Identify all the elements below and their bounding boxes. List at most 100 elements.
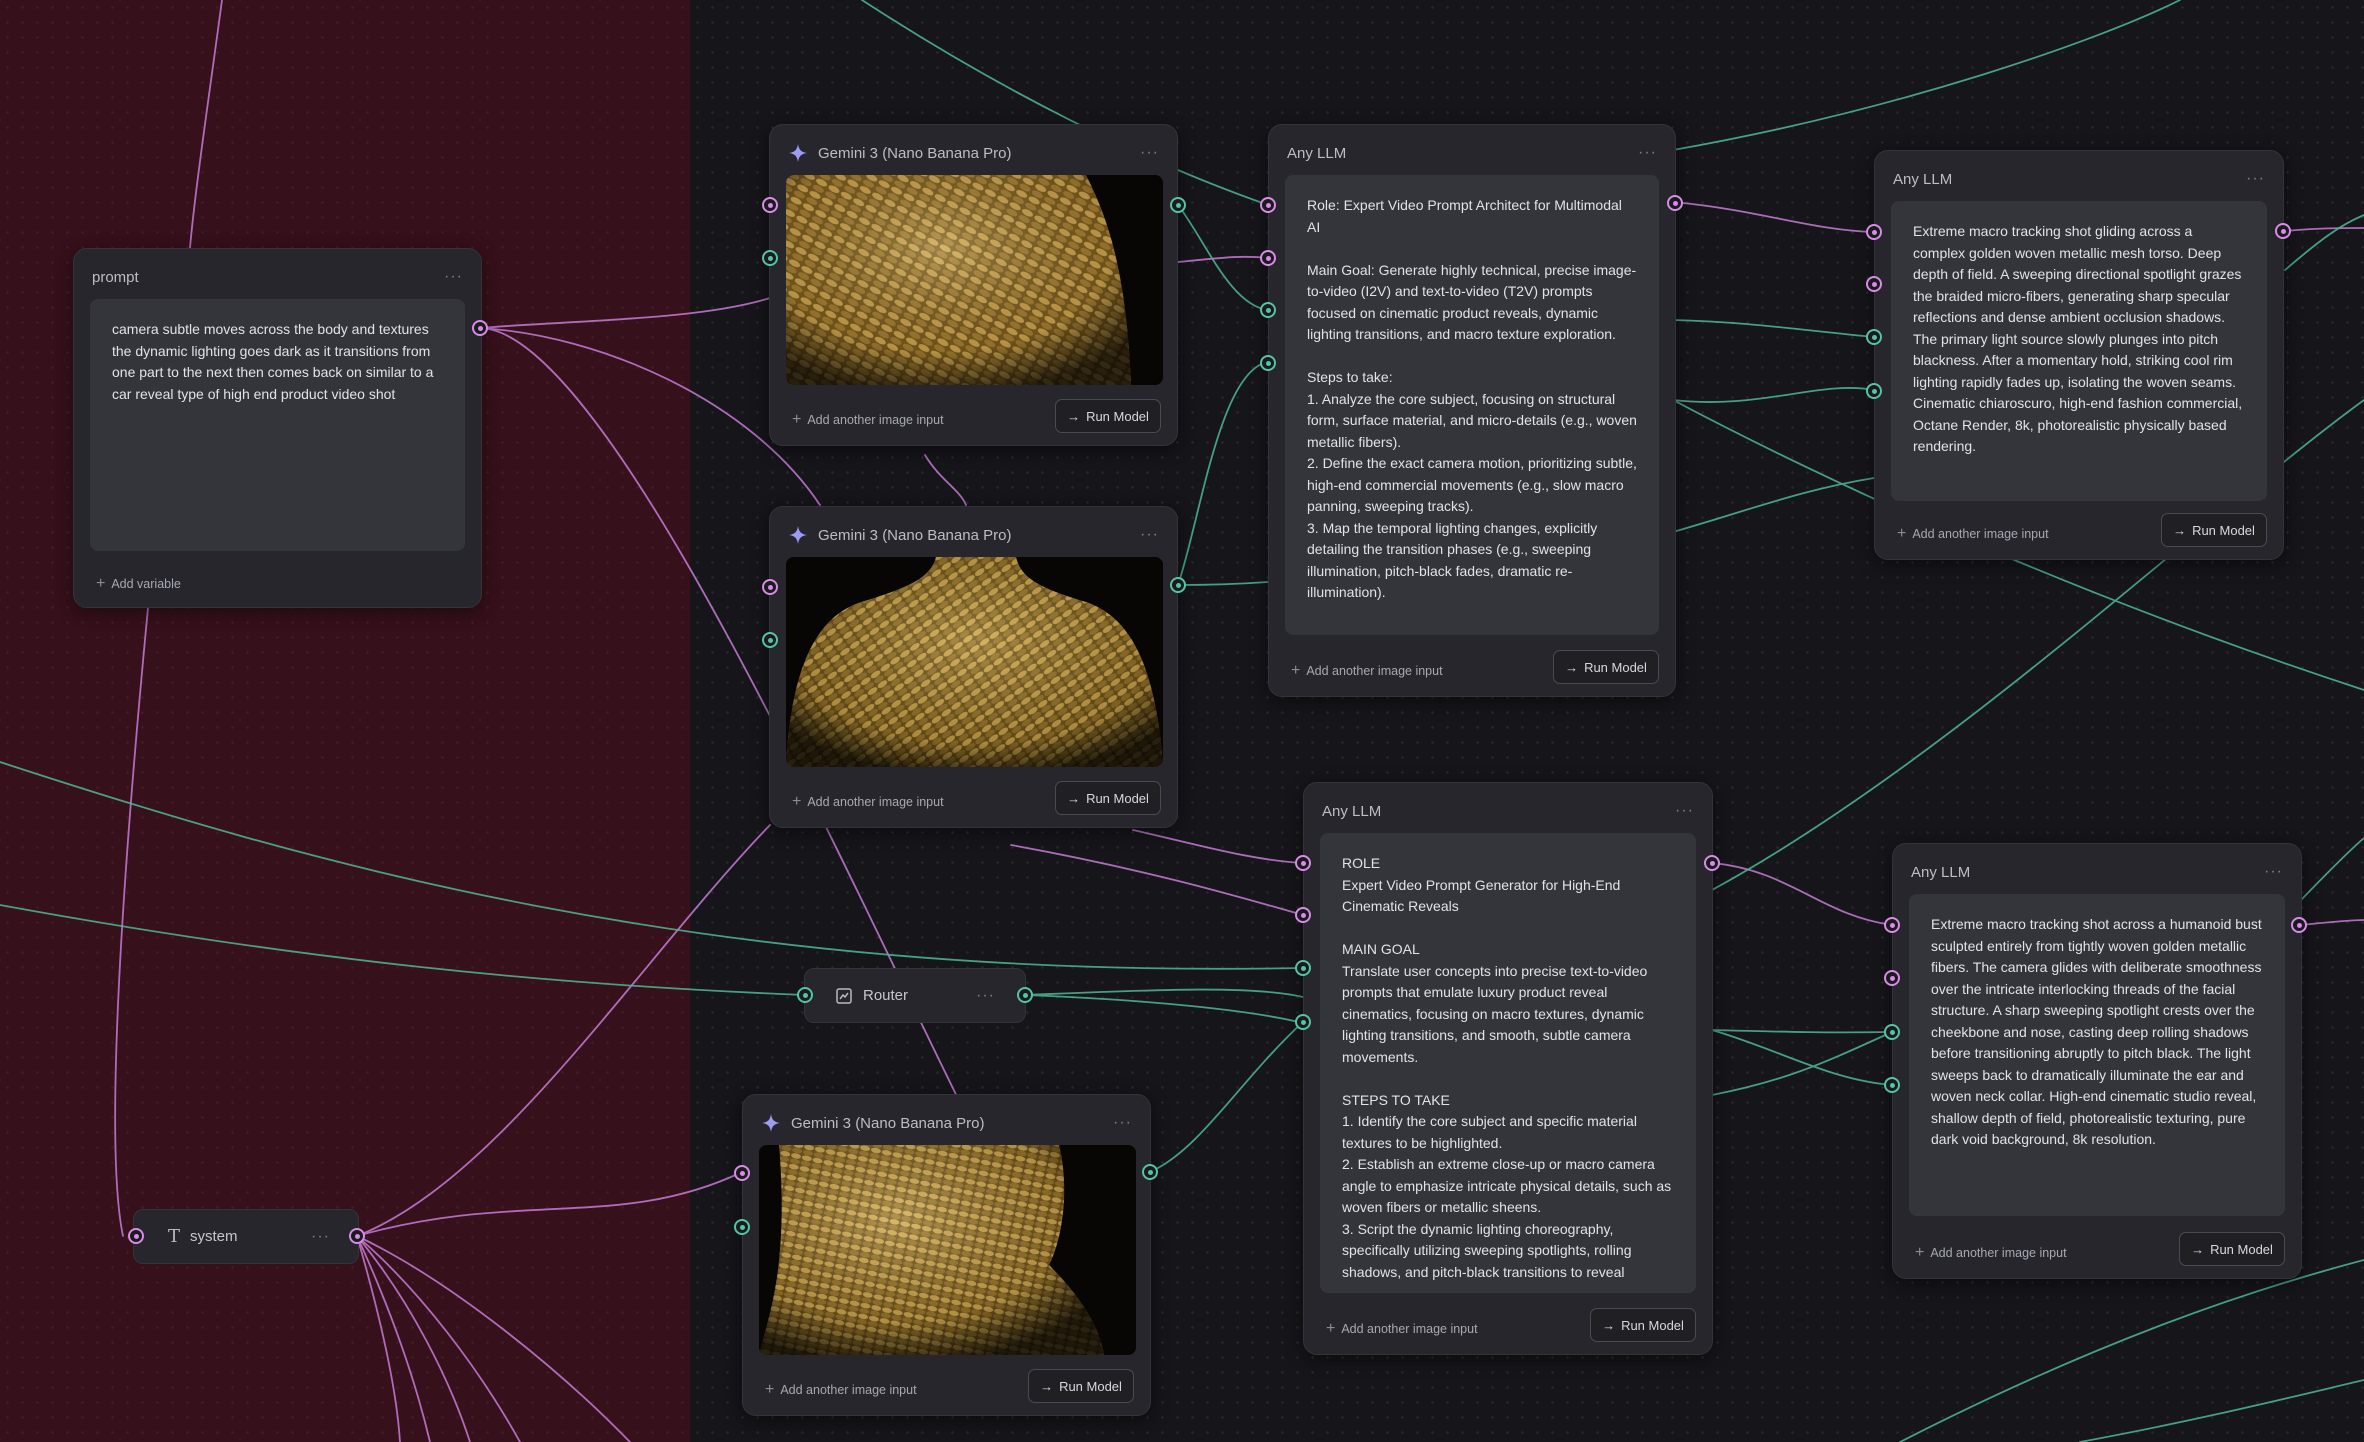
llm-input-port[interactable] bbox=[1295, 1014, 1311, 1030]
llm-input-port[interactable] bbox=[1866, 329, 1882, 345]
llm-input-port[interactable] bbox=[1884, 1024, 1900, 1040]
run-model-button[interactable]: → Run Model bbox=[2179, 1232, 2285, 1266]
prompt-node[interactable]: prompt ··· camera subtle moves across th… bbox=[73, 248, 482, 608]
wire bbox=[1149, 1021, 1304, 1173]
llm-input-port[interactable] bbox=[1260, 250, 1276, 266]
gemini-sparkle-icon bbox=[762, 1114, 780, 1132]
system-node[interactable]: T system ··· bbox=[133, 1209, 359, 1264]
llm-input-port[interactable] bbox=[1884, 917, 1900, 933]
llm-node[interactable]: Any LLM ··· Extreme macro tracking shot … bbox=[1874, 150, 2284, 560]
prompt-output-port[interactable] bbox=[472, 320, 488, 336]
run-model-button[interactable]: → Run Model bbox=[1055, 399, 1161, 433]
llm-input-port[interactable] bbox=[1866, 383, 1882, 399]
generated-image[interactable] bbox=[759, 1145, 1136, 1355]
llm-input-port[interactable] bbox=[1295, 960, 1311, 976]
gemini-input-port[interactable] bbox=[762, 579, 778, 595]
wire bbox=[1024, 988, 1304, 998]
more-options-icon[interactable]: ··· bbox=[1140, 526, 1159, 544]
llm-input-port[interactable] bbox=[1295, 907, 1311, 923]
add-image-input-button[interactable]: + Add another image input bbox=[765, 1381, 917, 1398]
llm-input-port[interactable] bbox=[1866, 224, 1882, 240]
generated-image[interactable] bbox=[786, 175, 1163, 385]
add-image-input-button[interactable]: + Add another image input bbox=[792, 412, 944, 428]
llm-response-text[interactable]: Extreme macro tracking shot across a hum… bbox=[1909, 894, 2285, 1216]
more-options-icon[interactable]: ··· bbox=[2264, 863, 2283, 881]
llm-response-text[interactable]: Role: Expert Video Prompt Architect for … bbox=[1285, 175, 1659, 635]
node-header: Gemini 3 (Nano Banana Pro) ··· bbox=[788, 139, 1159, 167]
node-header: Any LLM ··· bbox=[1287, 139, 1657, 167]
node-header: Any LLM ··· bbox=[1911, 858, 2283, 886]
add-image-input-button[interactable]: + Add another image input bbox=[1897, 526, 2049, 542]
generated-image[interactable] bbox=[786, 557, 1163, 767]
router-node[interactable]: Router ··· bbox=[804, 968, 1026, 1023]
plus-icon: + bbox=[765, 1381, 775, 1398]
run-model-button[interactable]: → Run Model bbox=[1028, 1369, 1134, 1403]
gemini-output-port[interactable] bbox=[1170, 197, 1186, 213]
run-model-button[interactable]: → Run Model bbox=[1590, 1308, 1696, 1342]
llm-output-port[interactable] bbox=[2275, 223, 2291, 239]
llm-input-port[interactable] bbox=[1866, 276, 1882, 292]
gemini-output-port[interactable] bbox=[1170, 577, 1186, 593]
wire bbox=[1177, 204, 1269, 311]
wire bbox=[1177, 255, 1269, 263]
more-options-icon[interactable]: ··· bbox=[444, 268, 463, 286]
run-model-label: Run Model bbox=[1584, 659, 1647, 675]
gemini-input-port[interactable] bbox=[734, 1165, 750, 1181]
more-options-icon[interactable]: ··· bbox=[311, 1228, 330, 1246]
more-options-icon[interactable]: ··· bbox=[1113, 1114, 1132, 1132]
llm-output-port[interactable] bbox=[1704, 855, 1720, 871]
plus-icon: + bbox=[1326, 1320, 1336, 1337]
node-title: Gemini 3 (Nano Banana Pro) bbox=[818, 526, 1012, 544]
llm-node[interactable]: Any LLM ··· Extreme macro tracking shot … bbox=[1892, 843, 2302, 1279]
gemini-node[interactable]: Gemini 3 (Nano Banana Pro) ··· + Add ano… bbox=[742, 1094, 1151, 1416]
llm-input-port[interactable] bbox=[1295, 855, 1311, 871]
llm-response-text[interactable]: ROLE Expert Video Prompt Generator for H… bbox=[1320, 833, 1696, 1293]
prompt-text[interactable]: camera subtle moves across the body and … bbox=[90, 299, 465, 551]
gemini-input-port[interactable] bbox=[762, 250, 778, 266]
llm-input-port[interactable] bbox=[1260, 355, 1276, 371]
add-image-input-button[interactable]: + Add another image input bbox=[1291, 663, 1443, 679]
gemini-input-port[interactable] bbox=[762, 632, 778, 648]
text-icon: T bbox=[168, 1226, 181, 1247]
gemini-input-port[interactable] bbox=[734, 1219, 750, 1235]
llm-node[interactable]: Any LLM ··· Role: Expert Video Prompt Ar… bbox=[1268, 124, 1676, 697]
wire bbox=[1132, 829, 1304, 864]
more-options-icon[interactable]: ··· bbox=[1675, 802, 1694, 820]
more-options-icon[interactable]: ··· bbox=[1140, 144, 1159, 162]
wire bbox=[2300, 919, 2364, 926]
gemini-node[interactable]: Gemini 3 (Nano Banana Pro) ··· + Add ano… bbox=[769, 506, 1178, 828]
llm-input-port[interactable] bbox=[1260, 302, 1276, 318]
more-options-icon[interactable]: ··· bbox=[976, 987, 995, 1005]
router-output-port[interactable] bbox=[1017, 987, 1033, 1003]
gemini-node[interactable]: Gemini 3 (Nano Banana Pro) ··· + Add ano… bbox=[769, 124, 1178, 446]
system-input-port[interactable] bbox=[128, 1228, 144, 1244]
gemini-output-port[interactable] bbox=[1142, 1164, 1158, 1180]
add-image-input-button[interactable]: + Add another image input bbox=[792, 794, 944, 810]
node-header: Gemini 3 (Nano Banana Pro) ··· bbox=[788, 521, 1159, 549]
llm-input-port[interactable] bbox=[1260, 197, 1276, 213]
add-image-input-label: Add another image input bbox=[780, 1383, 917, 1397]
run-model-button[interactable]: → Run Model bbox=[1055, 781, 1161, 815]
router-input-port[interactable] bbox=[797, 987, 813, 1003]
llm-input-port[interactable] bbox=[1884, 1077, 1900, 1093]
add-image-input-button[interactable]: + Add another image input bbox=[1915, 1245, 2067, 1261]
llm-output-port[interactable] bbox=[1667, 195, 1683, 211]
gemini-input-port[interactable] bbox=[762, 197, 778, 213]
more-options-icon[interactable]: ··· bbox=[2246, 170, 2265, 188]
run-model-button[interactable]: → Run Model bbox=[2161, 513, 2267, 547]
add-image-input-label: Add another image input bbox=[807, 413, 944, 427]
llm-input-port[interactable] bbox=[1884, 970, 1900, 986]
more-options-icon[interactable]: ··· bbox=[1638, 144, 1657, 162]
system-output-port[interactable] bbox=[349, 1228, 365, 1244]
arrow-right-icon: → bbox=[2173, 522, 2187, 538]
llm-response-text[interactable]: Extreme macro tracking shot gliding acro… bbox=[1891, 201, 2267, 501]
add-image-input-button[interactable]: + Add another image input bbox=[1326, 1320, 1478, 1337]
llm-node[interactable]: Any LLM ··· ROLE Expert Video Prompt Gen… bbox=[1303, 782, 1713, 1355]
wire bbox=[1711, 1029, 1893, 1086]
run-model-button[interactable]: → Run Model bbox=[1553, 650, 1659, 684]
arrow-right-icon: → bbox=[1040, 1378, 1054, 1394]
llm-output-port[interactable] bbox=[2291, 917, 2307, 933]
wire bbox=[1177, 581, 1269, 586]
arrow-right-icon: → bbox=[1067, 408, 1081, 424]
add-variable-button[interactable]: + Add variable bbox=[96, 576, 181, 592]
